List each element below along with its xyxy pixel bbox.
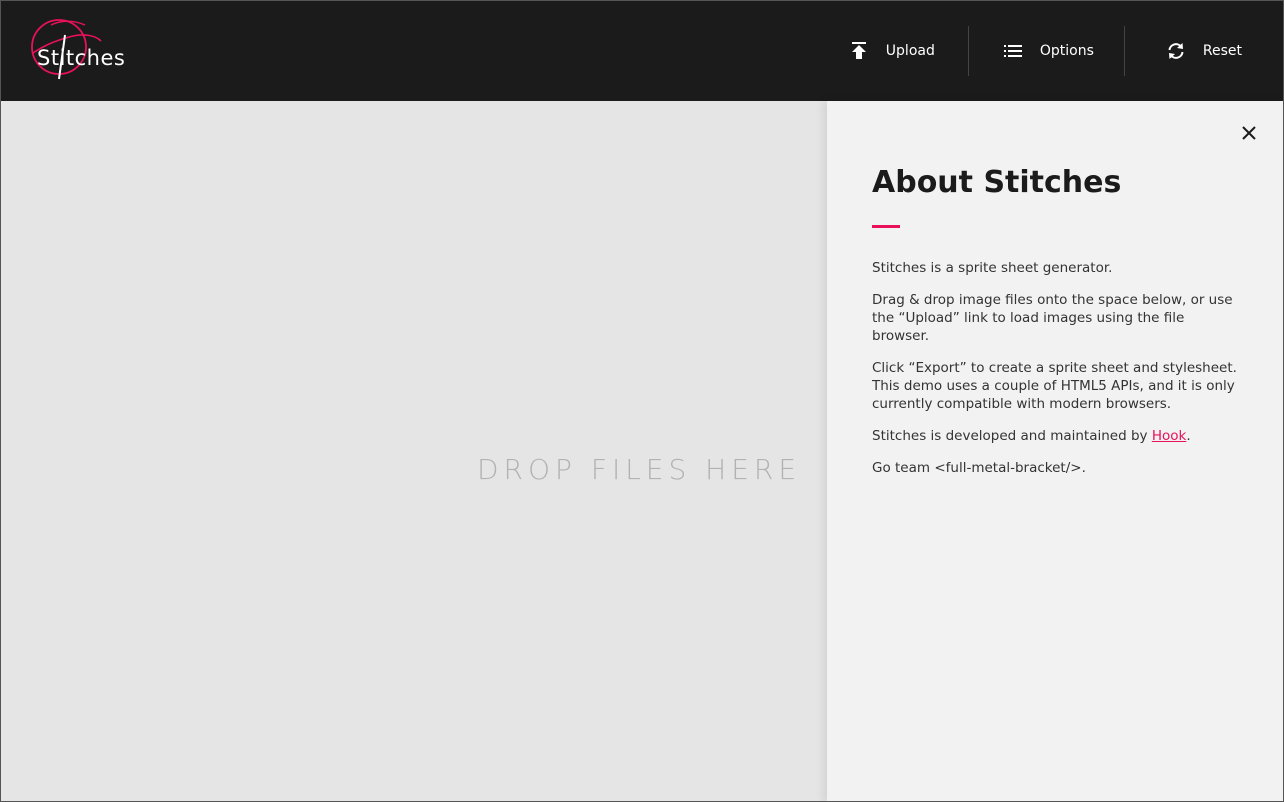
title-accent-bar: [872, 225, 900, 228]
close-button[interactable]: [1239, 123, 1259, 143]
about-title: About Stitches: [872, 165, 1122, 200]
drop-files-text: DROP FILES HERE: [477, 453, 802, 486]
about-paragraph: Stitches is developed and maintained by …: [872, 427, 1242, 445]
header: Stitches Upload Options Reset: [1, 1, 1283, 101]
upload-label: Upload: [885, 43, 935, 59]
upload-button[interactable]: Upload: [848, 1, 968, 101]
reset-button[interactable]: Reset: [1125, 1, 1283, 101]
about-paragraph: Stitches is a sprite sheet generator.: [872, 260, 1113, 276]
logo[interactable]: Stitches: [25, 15, 129, 83]
about-text: .: [1186, 428, 1191, 444]
header-nav: Upload Options Reset: [848, 1, 1283, 101]
options-button[interactable]: Options: [969, 1, 1124, 101]
hook-link[interactable]: Hook: [1152, 428, 1187, 444]
about-paragraph: Go team <full-metal-bracket/>.: [872, 460, 1086, 476]
list-icon: [1002, 40, 1024, 62]
about-panel: About Stitches Stitches is a sprite shee…: [827, 101, 1283, 801]
close-icon: [1242, 126, 1256, 140]
about-body: Stitches is a sprite sheet generator. Dr…: [872, 259, 1242, 491]
options-label: Options: [1039, 43, 1094, 59]
logo-text: Stitches: [37, 46, 126, 70]
about-text: Stitches is developed and maintained by: [872, 428, 1152, 444]
about-paragraph: Click “Export” to create a sprite sheet …: [872, 360, 1237, 412]
app-window: Stitches Upload Options Reset DROP FILES…: [0, 0, 1284, 802]
upload-icon: [848, 40, 870, 62]
reset-label: Reset: [1202, 43, 1242, 59]
drop-zone[interactable]: DROP FILES HERE: [1, 101, 827, 801]
refresh-icon: [1165, 40, 1187, 62]
about-paragraph: Drag & drop image files onto the space b…: [872, 292, 1233, 344]
